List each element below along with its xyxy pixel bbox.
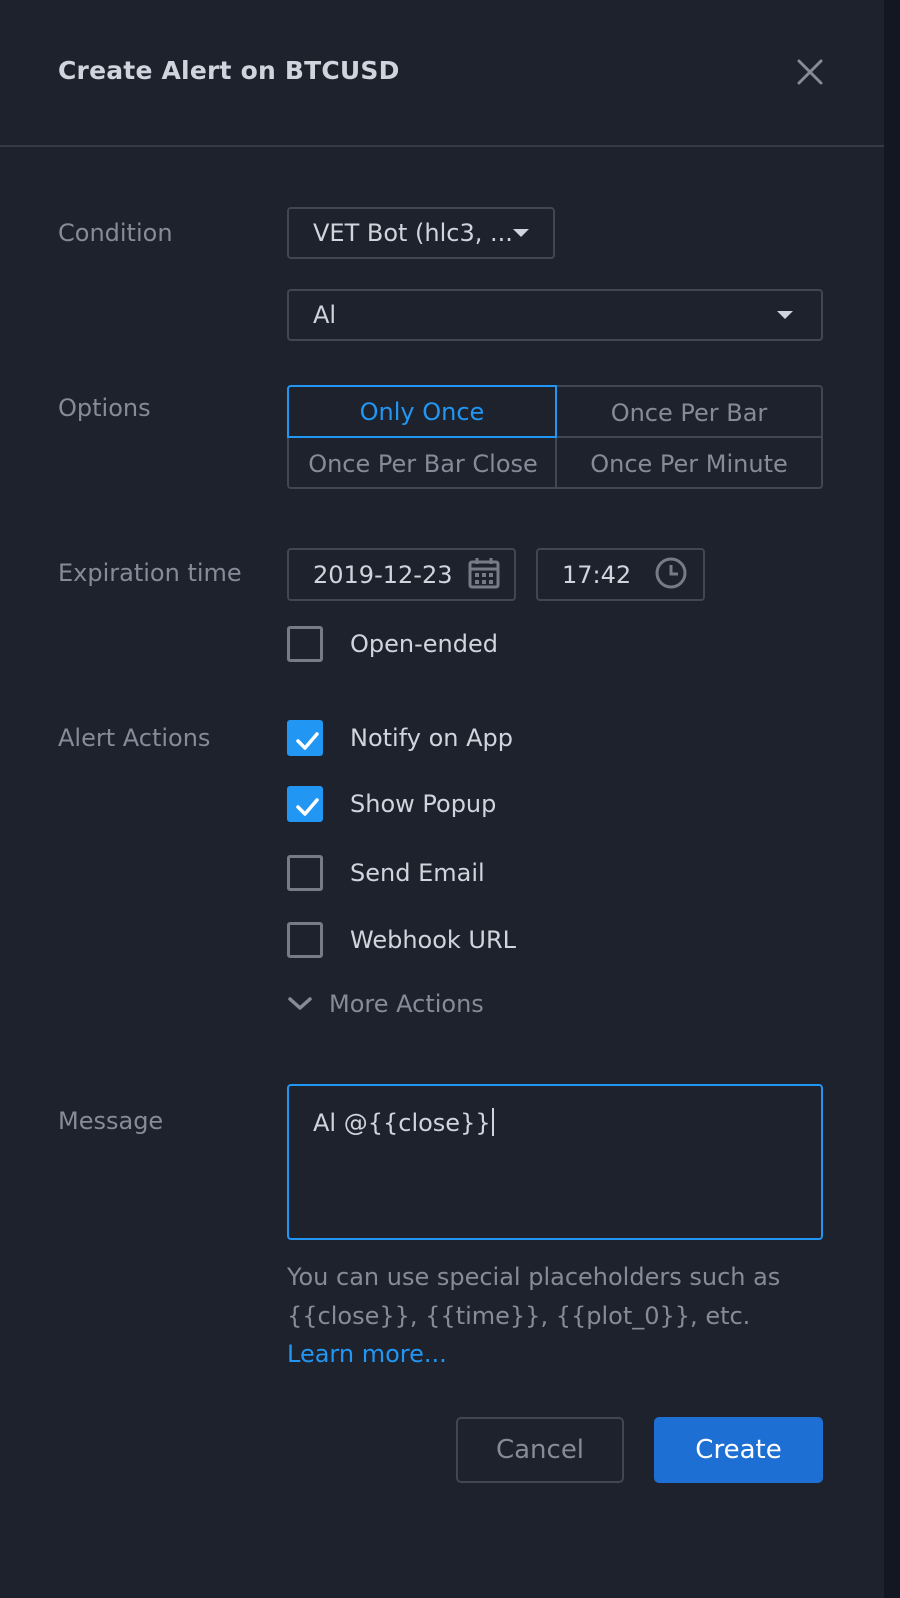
expiration-time-value: 17:42 (562, 560, 632, 589)
option-once-per-bar[interactable]: Once Per Bar (555, 387, 823, 438)
calendar-icon[interactable] (467, 556, 501, 594)
create-button[interactable]: Create (654, 1417, 823, 1483)
send-email-checkbox[interactable] (287, 855, 323, 891)
dialog-title: Create Alert on BTCUSD (58, 56, 400, 85)
learn-more-link[interactable]: Learn more... (287, 1340, 447, 1368)
chevron-down-icon (513, 229, 529, 237)
send-email-label: Send Email (350, 859, 485, 887)
signal-select[interactable]: Al (287, 289, 823, 341)
expiration-date-input[interactable]: 2019-12-23 (287, 548, 516, 601)
notify-on-app-row[interactable]: Notify on App (287, 720, 547, 756)
message-textarea[interactable]: Al @{{close}} (287, 1084, 823, 1240)
webhook-url-label: Webhook URL (350, 926, 517, 954)
text-cursor (491, 1108, 494, 1136)
dialog-header: Create Alert on BTCUSD (0, 0, 884, 147)
cancel-button[interactable]: Cancel (456, 1417, 624, 1483)
notify-on-app-checkbox[interactable] (287, 720, 323, 756)
show-popup-label: Show Popup (350, 790, 497, 818)
close-button[interactable] (790, 52, 830, 92)
placeholder-hint-line2: {{close}}, {{time}}, {{plot_0}}, etc. (287, 1302, 751, 1330)
webhook-url-row[interactable]: Webhook URL (287, 922, 547, 958)
open-ended-label: Open-ended (350, 630, 498, 658)
alert-actions-label: Alert Actions (58, 724, 211, 752)
condition-label: Condition (58, 219, 173, 247)
message-value: Al @{{close}} (313, 1109, 491, 1137)
chevron-down-icon (288, 997, 312, 1010)
options-label: Options (58, 394, 151, 422)
open-ended-checkbox[interactable] (287, 626, 323, 662)
show-popup-row[interactable]: Show Popup (287, 786, 547, 822)
indicator-select-value: VET Bot (hlc3, ... (313, 219, 513, 247)
notify-on-app-label: Notify on App (350, 724, 513, 752)
checkmark-icon (296, 732, 319, 750)
more-actions-label: More Actions (329, 990, 484, 1018)
option-once-per-bar-close[interactable]: Once Per Bar Close (289, 438, 557, 489)
expiration-date-value: 2019-12-23 (313, 560, 453, 589)
message-label: Message (58, 1107, 164, 1135)
show-popup-checkbox[interactable] (287, 786, 323, 822)
placeholder-hint-line1: You can use special placeholders such as (287, 1263, 781, 1291)
indicator-select[interactable]: VET Bot (hlc3, ... (287, 207, 555, 259)
clock-icon[interactable] (654, 556, 688, 594)
webhook-url-checkbox[interactable] (287, 922, 323, 958)
checkmark-icon (296, 798, 319, 816)
expiration-label: Expiration time (58, 559, 242, 587)
signal-select-value: Al (313, 301, 337, 329)
chevron-down-icon (777, 311, 793, 319)
more-actions-toggle[interactable]: More Actions (287, 988, 507, 1020)
option-only-once[interactable]: Only Once (287, 385, 557, 438)
send-email-row[interactable]: Send Email (287, 855, 547, 891)
window-edge (884, 0, 900, 1598)
create-alert-dialog: Create Alert on BTCUSD Condition VET Bot… (0, 0, 884, 1598)
open-ended-checkbox-row[interactable]: Open-ended (287, 626, 547, 662)
expiration-time-input[interactable]: 17:42 (536, 548, 705, 601)
close-icon (797, 59, 823, 85)
options-group: Only Once Once Per Bar Once Per Bar Clos… (287, 385, 823, 489)
option-once-per-minute[interactable]: Once Per Minute (555, 438, 823, 489)
